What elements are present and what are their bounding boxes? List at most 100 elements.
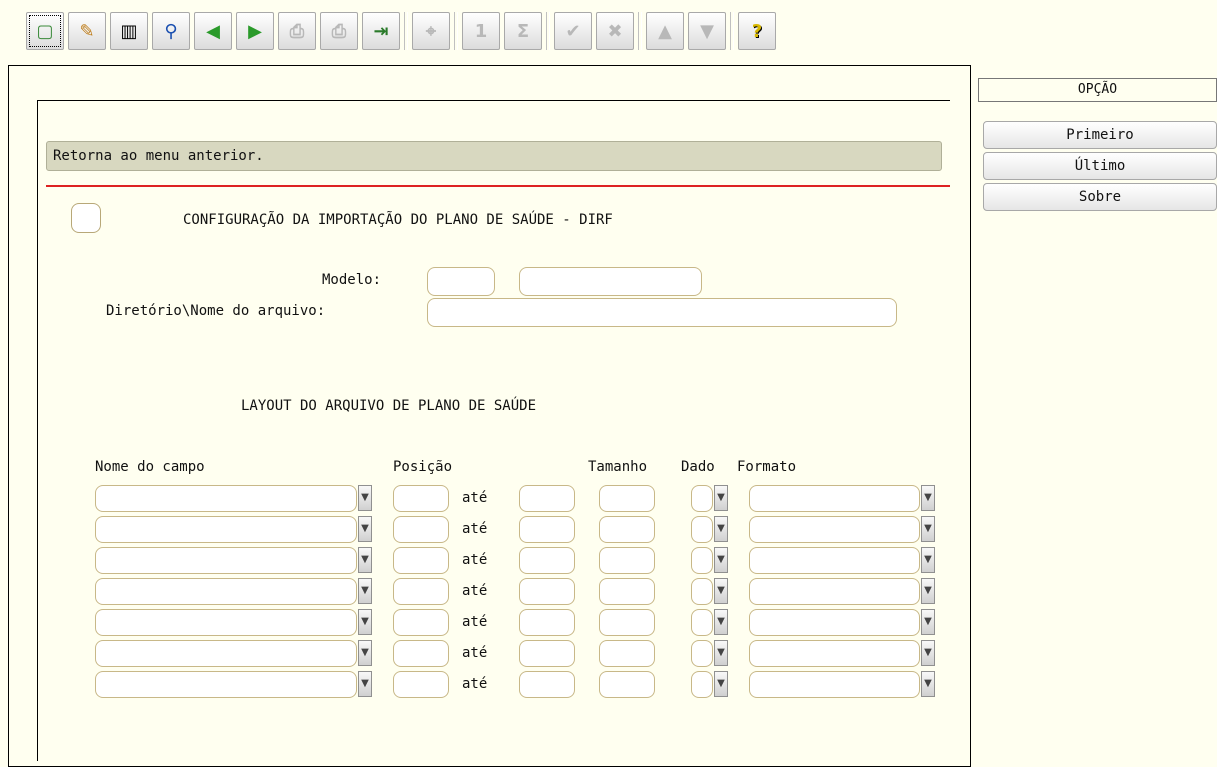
cancel-button[interactable]: ✖ [596,12,634,50]
ate-label: até [462,552,488,568]
exit-button[interactable]: ⇥ [362,12,400,50]
print-icon: ⎙ [289,20,305,42]
list-icon: Σ [516,20,530,42]
posicao-fim-input[interactable] [519,578,575,605]
ate-label: até [462,614,488,630]
posicao-inicio-input[interactable] [393,578,449,605]
dado-dropdown-button[interactable]: ▼ [714,485,728,511]
dado-dropdown-button[interactable]: ▼ [714,516,728,542]
find-button[interactable]: ⌖ [412,12,450,50]
nome-campo-input[interactable] [95,640,357,667]
dado-dropdown-button[interactable]: ▼ [714,547,728,573]
menu-primeiro-button[interactable]: Primeiro [983,121,1217,149]
dado-input[interactable] [691,578,713,605]
posicao-inicio-input[interactable] [393,485,449,512]
dado-input[interactable] [691,609,713,636]
arquivo-input[interactable] [427,298,897,327]
delete-button[interactable]: ▥ [110,12,148,50]
tamanho-input[interactable] [599,609,655,636]
nome-campo-dropdown-button[interactable]: ▼ [358,516,372,542]
toolbar-separator [546,12,550,50]
nome-campo-dropdown-button[interactable]: ▼ [358,547,372,573]
single-button[interactable]: 1 [462,12,500,50]
nome-campo-dropdown-button[interactable]: ▼ [358,671,372,697]
posicao-fim-input[interactable] [519,547,575,574]
search-button[interactable]: ⚲ [152,12,190,50]
dado-input[interactable] [691,485,713,512]
tamanho-input[interactable] [599,485,655,512]
ate-label: até [462,583,488,599]
formato-input[interactable] [749,578,920,605]
confirm-button[interactable]: ✔ [554,12,592,50]
menu-sobre-button[interactable]: Sobre [983,183,1217,211]
dado-dropdown-button[interactable]: ▼ [714,671,728,697]
print-preview-button[interactable]: ⎙ [320,12,358,50]
menu-ultimo-button[interactable]: Último [983,152,1217,180]
posicao-inicio-input[interactable] [393,547,449,574]
list-button[interactable]: Σ [504,12,542,50]
nome-campo-input[interactable] [95,547,357,574]
posicao-inicio-input[interactable] [393,516,449,543]
tamanho-input[interactable] [599,640,655,667]
dado-input[interactable] [691,516,713,543]
nome-campo-input[interactable] [95,578,357,605]
nome-campo-input[interactable] [95,609,357,636]
posicao-inicio-input[interactable] [393,609,449,636]
dado-input[interactable] [691,671,713,698]
dado-input[interactable] [691,640,713,667]
formato-dropdown-button[interactable]: ▼ [921,671,935,697]
new-record-button[interactable]: ▢ [26,12,64,50]
nome-campo-dropdown-button[interactable]: ▼ [358,609,372,635]
posicao-inicio-input[interactable] [393,640,449,667]
modelo-description-input[interactable] [519,267,702,296]
formato-dropdown-button[interactable]: ▼ [921,485,935,511]
nome-campo-input[interactable] [95,516,357,543]
dado-dropdown-button[interactable]: ▼ [714,640,728,666]
edit-button[interactable]: ✎ [68,12,106,50]
tamanho-input[interactable] [599,671,655,698]
formato-input[interactable] [749,485,920,512]
tamanho-input[interactable] [599,547,655,574]
toolbar-separator [454,12,458,50]
col-header-posicao: Posição [393,459,453,475]
next-icon: ▶ [248,20,262,42]
select-checkbox[interactable] [71,203,101,233]
posicao-inicio-input[interactable] [393,671,449,698]
formato-input[interactable] [749,640,920,667]
posicao-fim-input[interactable] [519,609,575,636]
nome-campo-input[interactable] [95,671,357,698]
formato-input[interactable] [749,671,920,698]
formato-dropdown-button[interactable]: ▼ [921,578,935,604]
ate-label: até [462,645,488,661]
move-up-button[interactable]: ▲ [646,12,684,50]
nome-campo-dropdown-button[interactable]: ▼ [358,485,372,511]
nome-campo-dropdown-button[interactable]: ▼ [358,640,372,666]
formato-input[interactable] [749,547,920,574]
formato-dropdown-button[interactable]: ▼ [921,547,935,573]
move-down-button[interactable]: ▼ [688,12,726,50]
dado-dropdown-button[interactable]: ▼ [714,609,728,635]
previous-button[interactable]: ◀ [194,12,232,50]
next-button[interactable]: ▶ [236,12,274,50]
formato-input[interactable] [749,516,920,543]
dado-input[interactable] [691,547,713,574]
print-button[interactable]: ⎙ [278,12,316,50]
tamanho-input[interactable] [599,578,655,605]
help-button[interactable]: ? [738,12,776,50]
formato-dropdown-button[interactable]: ▼ [921,609,935,635]
tamanho-input[interactable] [599,516,655,543]
posicao-fim-input[interactable] [519,485,575,512]
dado-dropdown-button[interactable]: ▼ [714,578,728,604]
exit-door-icon: ⇥ [373,20,389,42]
nome-campo-dropdown-button[interactable]: ▼ [358,578,372,604]
formato-input[interactable] [749,609,920,636]
formato-dropdown-button[interactable]: ▼ [921,640,935,666]
modelo-code-input[interactable] [427,267,495,296]
posicao-fim-input[interactable] [519,516,575,543]
ate-label: até [462,490,488,506]
posicao-fim-input[interactable] [519,640,575,667]
nome-campo-input[interactable] [95,485,357,512]
posicao-fim-input[interactable] [519,671,575,698]
single-record-icon: 1 [474,20,488,42]
formato-dropdown-button[interactable]: ▼ [921,516,935,542]
